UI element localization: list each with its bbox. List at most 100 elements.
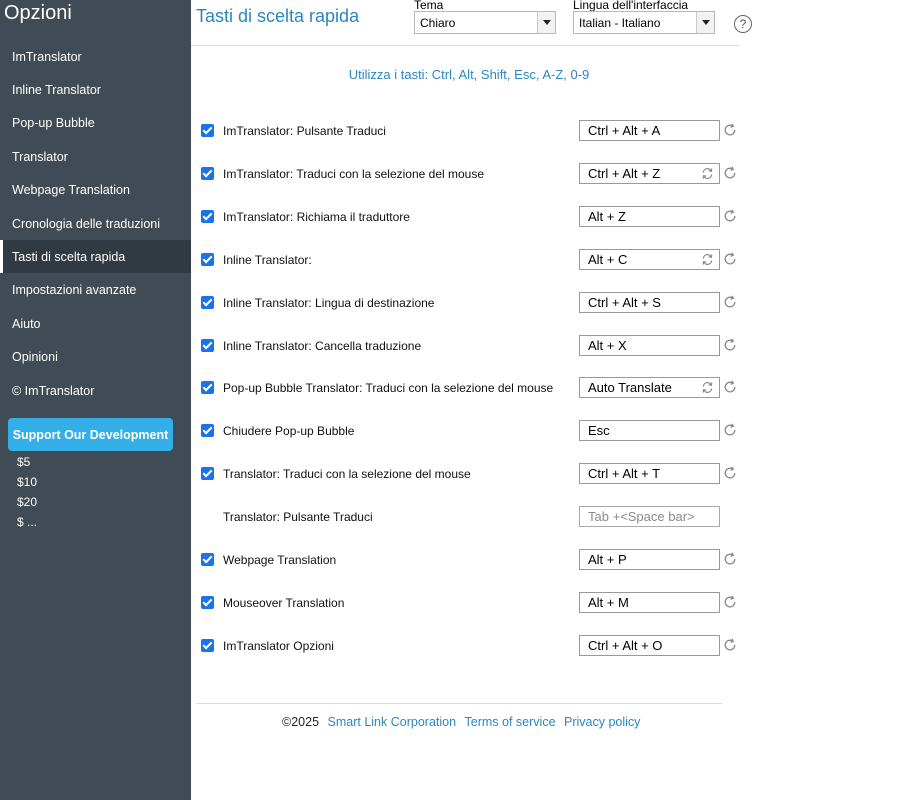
shortcut-label: Pop-up Bubble Translator: Traduci con la…	[223, 381, 554, 396]
company-link[interactable]: Smart Link Corporation	[328, 715, 457, 729]
page-title: Tasti di scelta rapida	[196, 6, 360, 26]
donate-20-link[interactable]: $20	[17, 495, 37, 509]
support-development-button[interactable]: Support Our Development	[8, 418, 173, 451]
sidebar-item-pop-up-bubble[interactable]: Pop-up Bubble	[0, 107, 191, 140]
sidebar-item-webpage-translation[interactable]: Webpage Translation	[0, 174, 191, 207]
copyright-text: ©2025	[282, 715, 320, 729]
sidebar-item-impostazioni-avanzate[interactable]: Impostazioni avanzate	[0, 274, 191, 307]
sidebar-item-opinioni[interactable]: Opinioni	[0, 341, 191, 374]
shortcut-row: Pop-up Bubble Translator: Traduci con la…	[196, 375, 746, 401]
sidebar-item-translator[interactable]: Translator	[0, 140, 191, 173]
sidebar-item-tasti-di-scelta-rapida[interactable]: Tasti di scelta rapida	[0, 240, 191, 274]
sidebar-item-aiuto[interactable]: Aiuto	[0, 307, 191, 340]
shortcut-label: Webpage Translation	[223, 553, 337, 567]
shortcut-label: ImTranslator Opzioni	[223, 638, 334, 653]
shortcut-checkbox[interactable]	[201, 638, 214, 652]
reset-icon[interactable]	[723, 123, 737, 137]
shortcut-row: Webpage Translation Alt + P	[196, 547, 746, 573]
shortcut-key-input[interactable]: Ctrl + Alt + S	[579, 291, 720, 313]
theme-select[interactable]: Chiaro	[414, 11, 556, 34]
shortcut-key-input[interactable]: Ctrl + Alt + Z	[579, 162, 720, 184]
shortcut-checkbox[interactable]	[201, 124, 214, 137]
shortcut-key-input[interactable]: Ctrl + Alt + A	[579, 120, 720, 141]
shortcut-checkbox[interactable]	[201, 338, 214, 352]
shortcut-label: Inline Translator:	[223, 252, 312, 267]
reset-icon[interactable]	[723, 466, 737, 480]
shortcut-key-input[interactable]: Alt + C	[579, 248, 720, 270]
shortcut-key-input[interactable]: Alt + Z	[579, 205, 720, 227]
shortcut-checkbox[interactable]	[201, 381, 214, 395]
shortcut-checkbox[interactable]	[201, 295, 214, 309]
shortcut-key-input[interactable]: Tab +<Space bar>	[579, 506, 720, 528]
reset-icon[interactable]	[723, 252, 737, 266]
shortcut-checkbox[interactable]	[201, 252, 214, 266]
shortcut-label: ImTranslator: Richiama il traduttore	[223, 209, 410, 224]
donate-custom-link[interactable]: $ ...	[17, 515, 37, 529]
shortcut-label: Chiudere Pop-up Bubble	[223, 424, 355, 439]
chevron-down-icon	[537, 12, 555, 33]
swap-icon[interactable]	[701, 253, 714, 266]
shortcut-key-input[interactable]: Alt + M	[579, 591, 720, 613]
reset-icon[interactable]	[723, 166, 737, 180]
sidebar-item-imtranslator[interactable]: ImTranslator	[0, 40, 191, 73]
shortcut-row: Chiudere Pop-up Bubble Esc	[196, 418, 746, 444]
shortcut-label: Inline Translator: Lingua di destinazion…	[223, 295, 435, 310]
sidebar-item-imtranslator[interactable]: © ImTranslator	[0, 374, 191, 407]
donate-10-link[interactable]: $10	[17, 475, 37, 489]
donate-5-link[interactable]: $5	[17, 455, 30, 469]
swap-icon[interactable]	[701, 381, 714, 394]
shortcut-key-input[interactable]: Alt + X	[579, 334, 720, 356]
sidebar: Opzioni ImTranslator Inline Translator Pop…	[0, 0, 191, 800]
shortcut-row: Inline Translator: Cancella traduzione Al…	[196, 333, 746, 359]
shortcut-row: Mouseover Translation Alt + M	[196, 590, 746, 616]
shortcut-row: Inline Translator: Lingua di destinazion…	[196, 290, 746, 316]
shortcut-label: Inline Translator: Cancella traduzione	[223, 338, 422, 353]
language-select[interactable]: Italian - Italiano	[573, 11, 715, 34]
privacy-link[interactable]: Privacy policy	[564, 715, 640, 729]
footer: ©2025 Smart Link Corporation Terms of se…	[282, 715, 640, 729]
shortcut-row: ImTranslator: Traduci con la selezione d…	[196, 161, 746, 187]
reset-icon[interactable]	[723, 423, 737, 437]
reset-icon[interactable]	[723, 209, 737, 223]
shortcut-row: ImTranslator: Richiama il traduttore Alt …	[196, 204, 746, 230]
shortcut-row: Inline Translator: Alt + C	[196, 247, 746, 273]
shortcut-checkbox[interactable]	[201, 553, 214, 566]
shortcut-label: Translator: Pulsante Traduci	[223, 510, 373, 525]
shortcut-checkbox[interactable]	[201, 424, 214, 438]
shortcut-key-input[interactable]: Ctrl + Alt + O	[579, 634, 720, 656]
chevron-down-icon	[696, 12, 714, 33]
shortcut-label: ImTranslator: Traduci con la selezione d…	[223, 166, 485, 181]
app-title: Opzioni	[4, 2, 72, 24]
shortcut-row: Translator: Traduci con la selezione del…	[196, 461, 746, 487]
reset-icon[interactable]	[723, 295, 737, 309]
shortcut-checkbox[interactable]	[201, 595, 214, 609]
shortcut-key-input[interactable]: Ctrl + Alt + T	[579, 463, 720, 485]
shortcut-row: ImTranslator Opzioni Ctrl + Alt + O	[196, 633, 746, 659]
shortcut-key-input[interactable]: Auto Translate	[579, 377, 720, 399]
shortcut-label: Mouseover Translation	[223, 595, 345, 610]
reset-icon[interactable]	[723, 380, 737, 394]
shortcut-key-input[interactable]: Alt + P	[579, 549, 720, 570]
shortcut-checkbox[interactable]	[201, 166, 214, 180]
reset-icon[interactable]	[723, 338, 737, 352]
shortcut-row: ImTranslator: Pulsante Traduci Ctrl + Alt…	[196, 118, 746, 144]
sidebar-item-cronologia-delle-traduzioni[interactable]: Cronologia delle traduzioni	[0, 207, 191, 240]
shortcut-label: ImTranslator: Pulsante Traduci	[223, 124, 386, 138]
shortcut-instructions: Utilizza i tasti: Ctrl, Alt, Shift, Esc,…	[348, 67, 590, 82]
shortcut-row: Translator: Pulsante Traduci Tab +<Space …	[196, 504, 746, 530]
shortcut-checkbox[interactable]	[201, 209, 214, 223]
header-divider	[191, 45, 739, 46]
terms-link[interactable]: Terms of service	[465, 715, 556, 729]
shortcut-checkbox[interactable]	[201, 467, 214, 481]
theme-select-value: Chiaro	[420, 16, 456, 30]
help-icon[interactable]: ?	[734, 15, 752, 33]
swap-icon[interactable]	[701, 167, 714, 180]
shortcut-key-input[interactable]: Esc	[579, 420, 720, 442]
language-select-value: Italian - Italiano	[579, 16, 661, 30]
footer-divider	[196, 703, 722, 704]
reset-icon[interactable]	[723, 638, 737, 652]
reset-icon[interactable]	[723, 595, 737, 609]
reset-icon[interactable]	[723, 552, 737, 566]
shortcut-label: Translator: Traduci con la selezione del…	[223, 467, 471, 482]
sidebar-item-inline-translator[interactable]: Inline Translator	[0, 73, 191, 106]
